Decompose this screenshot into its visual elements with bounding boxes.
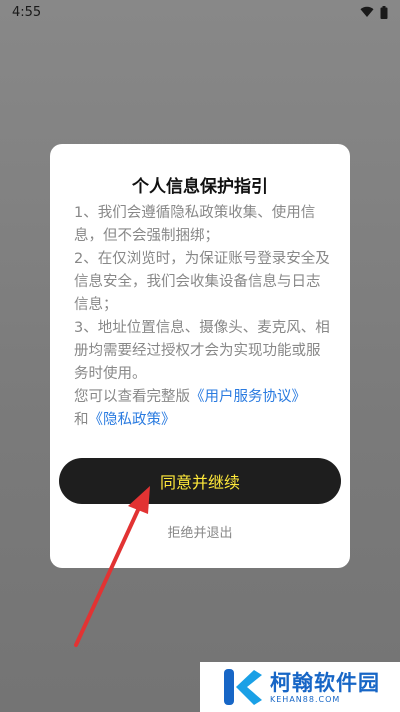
agree-continue-button[interactable]: 同意并继续 (59, 458, 341, 504)
status-time: 4:55 (12, 4, 42, 20)
links-prefix: 您可以查看完整版 (74, 389, 190, 405)
reject-exit-button[interactable]: 拒绝并退出 (50, 522, 350, 541)
policy-item-2: 2、在仅浏览时，为保证账号登录安全及信息安全，我们会收集设备信息与日志信息； (74, 251, 330, 313)
status-icons (360, 5, 388, 19)
dialog-body: 1、我们会遵循隐私政策收集、使用信息，但不会强制捆绑； 2、在仅浏览时，为保证账… (74, 202, 330, 432)
battery-icon (380, 5, 388, 19)
policy-item-3: 3、地址位置信息、摄像头、麦克风、相册均需要经过授权才会为实现功能或服务时使用。 (74, 320, 330, 382)
dialog-title: 个人信息保护指引 (132, 177, 268, 197)
policy-links: 您可以查看完整版《用户服务协议》 和《隐私政策》 (74, 386, 330, 432)
privacy-dialog: 个人信息保护指引 1、我们会遵循隐私政策收集、使用信息，但不会强制捆绑； 2、在… (50, 144, 350, 568)
status-bar: 4:55 (0, 0, 400, 24)
privacy-policy-link[interactable]: 《隐私政策》 (89, 412, 176, 428)
watermark-text: 柯翰软件园 KEHAN88.COM (270, 671, 380, 704)
watermark: 柯翰软件园 KEHAN88.COM (200, 662, 400, 712)
watermark-title: 柯翰软件园 (270, 670, 380, 695)
policy-item-1: 1、我们会遵循隐私政策收集、使用信息，但不会强制捆绑； (74, 205, 316, 244)
user-agreement-link[interactable]: 《用户服务协议》 (190, 389, 306, 405)
links-and: 和 (74, 412, 89, 428)
watermark-subtitle: KEHAN88.COM (270, 694, 341, 704)
kehan-logo-icon (224, 669, 262, 705)
wifi-icon (360, 6, 374, 18)
